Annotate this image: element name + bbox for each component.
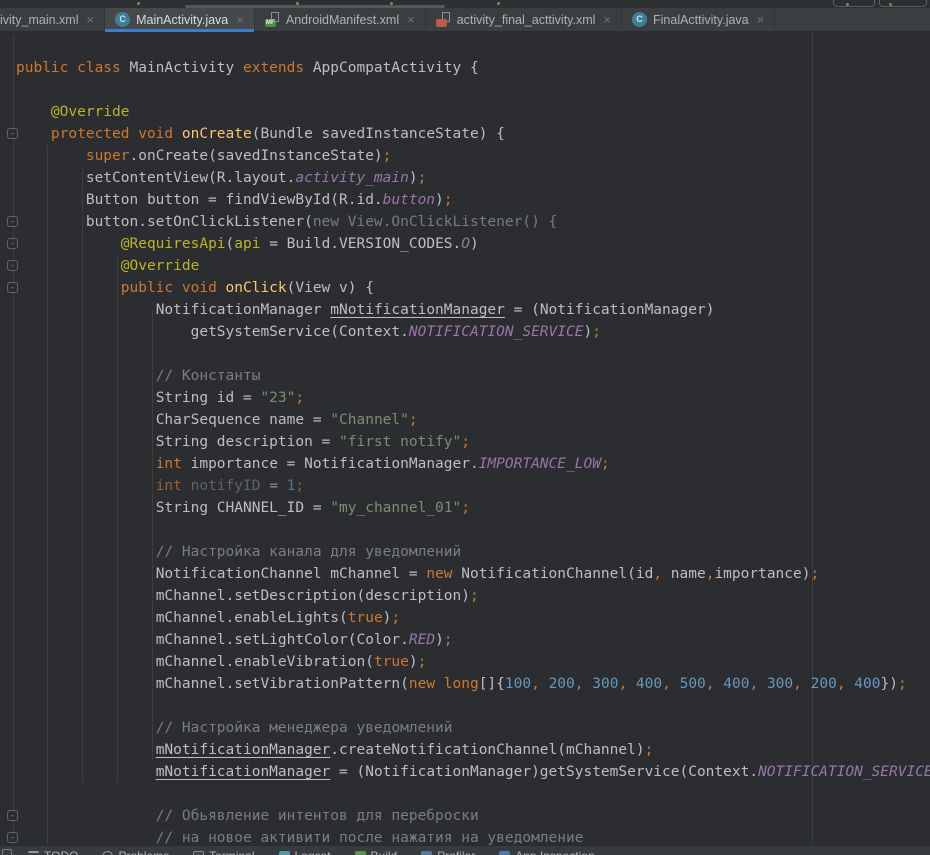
ide-window: ivity_main.xml × C MainActivity.java × M… [0, 0, 930, 855]
fold-marker-icon[interactable]: - [7, 260, 18, 271]
todo-icon [28, 851, 39, 855]
toolwindow-logcat[interactable]: Logcat [279, 849, 331, 855]
fold-marker-icon[interactable]: - [7, 832, 18, 843]
code-line[interactable]: button.setOnClickListener(new View.OnCli… [0, 211, 930, 233]
code-line[interactable]: CharSequence name = "Channel"; [0, 409, 930, 431]
close-icon[interactable]: × [603, 13, 611, 26]
toolwindow-label: Problems [118, 849, 169, 855]
code-line[interactable] [0, 343, 930, 365]
tab-label: FinalActtivity.java [653, 13, 749, 27]
code-line[interactable]: mNotificationManager.createNotificationC… [0, 739, 930, 761]
java-class-icon: C [632, 12, 647, 27]
fold-marker-icon[interactable]: - [7, 810, 18, 821]
code-line[interactable]: setContentView(R.layout.activity_main); [0, 167, 930, 189]
code-line[interactable] [0, 35, 930, 57]
run-status-dot-icon [296, 2, 299, 5]
tool-window-bar: TODO Problems › Terminal Logcat Build Pr… [0, 845, 930, 855]
fold-marker-icon[interactable]: - [7, 128, 18, 139]
manifest-file-icon: MF [265, 12, 280, 27]
close-icon[interactable]: × [757, 13, 765, 26]
app-inspection-icon [499, 851, 510, 855]
code-line[interactable]: @Override [0, 255, 930, 277]
code-area[interactable]: public class MainActivity extends AppCom… [0, 35, 930, 849]
code-line[interactable] [0, 79, 930, 101]
code-line[interactable]: mNotificationManager = (NotificationMana… [0, 761, 930, 783]
code-line[interactable]: Button button = findViewById(R.id.button… [0, 189, 930, 211]
code-line[interactable]: mChannel.enableVibration(true); [0, 651, 930, 673]
device-status-icon [889, 3, 892, 6]
code-line[interactable]: mChannel.enableLights(true); [0, 607, 930, 629]
code-line[interactable]: public class MainActivity extends AppCom… [0, 57, 930, 79]
logcat-icon [279, 851, 290, 855]
toolwindow-build[interactable]: Build [355, 849, 398, 855]
run-status-dot-icon [137, 2, 140, 5]
tab-mainactivity-java[interactable]: C MainActivity.java × [105, 8, 255, 31]
toolbar-device-button[interactable] [879, 0, 927, 7]
code-line[interactable]: super.onCreate(savedInstanceState); [0, 145, 930, 167]
code-line[interactable]: mChannel.setLightColor(Color.RED); [0, 629, 930, 651]
code-line[interactable]: // Настройка канала для уведомлений [0, 541, 930, 563]
main-toolbar-strip [0, 0, 930, 8]
code-line[interactable]: int importance = NotificationManager.IMP… [0, 453, 930, 475]
run-status-dot-icon [497, 2, 500, 5]
toolwindow-label: Profiler [437, 849, 475, 855]
code-line[interactable]: mChannel.setVibrationPattern(new long[]{… [0, 673, 930, 695]
code-line[interactable]: getSystemService(Context.NOTIFICATION_SE… [0, 321, 930, 343]
build-icon [355, 851, 366, 855]
tab-label: AndroidManifest.xml [286, 13, 399, 27]
code-line[interactable]: String id = "23"; [0, 387, 930, 409]
problems-icon [102, 851, 113, 855]
tab-label: activity_final_acttivity.xml [457, 13, 596, 27]
code-line[interactable] [0, 519, 930, 541]
code-line[interactable]: NotificationChannel mChannel = new Notif… [0, 563, 930, 585]
tab-finalacttivity-java[interactable]: C FinalActtivity.java × [622, 8, 775, 31]
code-line[interactable]: int notifyID = 1; [0, 475, 930, 497]
toolbar-run-button[interactable] [833, 0, 875, 7]
close-icon[interactable]: × [236, 13, 244, 26]
java-class-icon: C [115, 12, 130, 27]
close-icon[interactable]: × [87, 13, 95, 26]
code-line[interactable]: String CHANNEL_ID = "my_channel_01"; [0, 497, 930, 519]
toolwindow-label: Terminal [209, 849, 254, 855]
run-icon [846, 3, 849, 6]
toolwindow-label: Build [371, 849, 398, 855]
toolwindow-terminal[interactable]: › Terminal [193, 849, 254, 855]
close-icon[interactable]: × [407, 13, 415, 26]
toolwindow-todo[interactable]: TODO [28, 849, 78, 855]
toolwindow-app-inspection[interactable]: App Inspection [499, 849, 594, 855]
run-status-dot-icon [390, 2, 393, 5]
code-line[interactable]: // Настройка менеджера уведомлений [0, 717, 930, 739]
toolwindow-label: TODO [44, 849, 78, 855]
profiler-icon [421, 851, 432, 855]
fold-marker-icon[interactable]: - [7, 282, 18, 293]
editor-tab-bar: ivity_main.xml × C MainActivity.java × M… [0, 8, 930, 32]
code-line[interactable]: NotificationManager mNotificationManager… [0, 299, 930, 321]
tab-label: MainActivity.java [136, 13, 228, 27]
code-line[interactable]: public void onClick(View v) { [0, 277, 930, 299]
tab-androidmanifest-xml[interactable]: MF AndroidManifest.xml × [255, 8, 426, 31]
code-line[interactable] [0, 783, 930, 805]
code-line[interactable]: @RequiresApi(api = Build.VERSION_CODES.O… [0, 233, 930, 255]
code-line[interactable]: String description = "first notify"; [0, 431, 930, 453]
code-line[interactable] [0, 695, 930, 717]
tab-activity-main-xml[interactable]: ivity_main.xml × [0, 8, 105, 31]
toolwindow-label: Logcat [295, 849, 331, 855]
code-line[interactable]: // Обьявление интентов для переброски [0, 805, 930, 827]
code-editor[interactable]: - - - - - - - public class MainActivity extend… [0, 32, 930, 855]
code-line[interactable]: // Константы [0, 365, 930, 387]
toolwindow-problems[interactable]: Problems [102, 849, 169, 855]
toolwindow-profiler[interactable]: Profiler [421, 849, 475, 855]
fold-marker-icon[interactable]: - [7, 216, 18, 227]
toolwindow-label: App Inspection [515, 849, 594, 855]
code-line[interactable]: protected void onCreate(Bundle savedInst… [0, 123, 930, 145]
code-line[interactable]: @Override [0, 101, 930, 123]
xml-layout-file-icon [436, 12, 451, 27]
code-line[interactable]: mChannel.setDescription(description); [0, 585, 930, 607]
terminal-icon: › [193, 851, 204, 855]
fold-marker-icon[interactable]: - [7, 238, 18, 249]
tab-label: ivity_main.xml [0, 13, 79, 27]
tab-activity-final-acttivity-xml[interactable]: activity_final_acttivity.xml × [426, 8, 622, 31]
